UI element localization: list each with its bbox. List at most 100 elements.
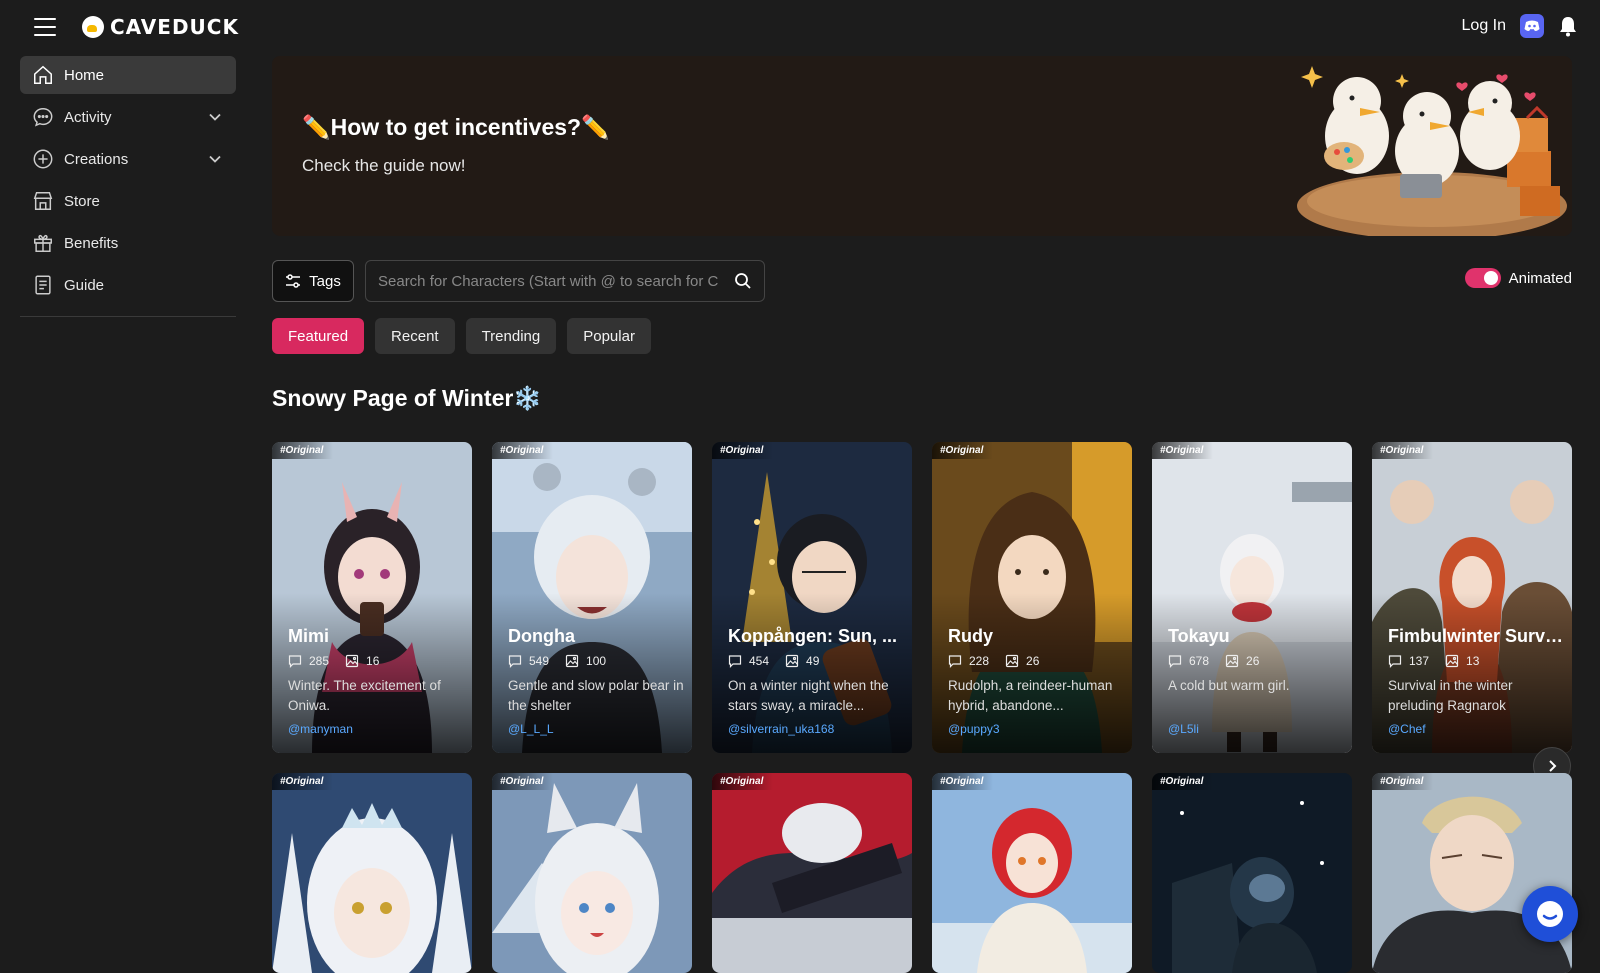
image-count: 13 (1466, 654, 1480, 668)
character-name: Fimbulwinter Survi... (1388, 626, 1564, 646)
animated-toggle[interactable] (1464, 268, 1501, 288)
character-name: Tokayu (1168, 626, 1230, 646)
sidebar-item-label: Benefits (64, 234, 119, 252)
search-input[interactable] (378, 272, 734, 290)
original-tag: #Original (932, 442, 994, 459)
top-bar: CAVEDUCK Log In (0, 0, 1600, 56)
chat-count: 454 (749, 654, 770, 668)
chevron-down-icon (209, 155, 221, 163)
top-actions: Log In (1462, 14, 1578, 38)
original-tag: #Original (492, 442, 554, 459)
author-link[interactable]: @L5li (1168, 722, 1199, 736)
author-link[interactable]: @Chef (1388, 722, 1426, 736)
character-portrait (932, 773, 1132, 973)
character-name: Rudy (948, 626, 993, 646)
character-card[interactable]: #Original (1372, 773, 1572, 973)
character-card[interactable]: #Original Tokayu 678 26 A cold but warm … (1152, 442, 1352, 753)
character-card[interactable]: #Original Koppången: Sun, ... 454 49 On … (712, 442, 912, 753)
character-grid: #Original Mimi 285 16 Winter. The excite… (272, 442, 1572, 973)
login-button[interactable]: Log In (1462, 17, 1506, 35)
chat-count: 285 (309, 654, 330, 668)
character-portrait (272, 773, 472, 973)
character-card[interactable]: #Original (1152, 773, 1352, 973)
duck-logo-icon (82, 16, 104, 38)
sidebar-divider (20, 316, 236, 317)
image-count: 26 (1026, 654, 1040, 668)
original-tag: #Original (492, 773, 554, 790)
original-tag: #Original (1372, 773, 1434, 790)
image-count-icon (345, 654, 359, 668)
sidebar-item-home[interactable]: Home (20, 56, 236, 94)
tab-trending[interactable]: Trending (465, 318, 557, 354)
original-tag: #Original (272, 442, 334, 459)
original-tag: #Original (1152, 773, 1214, 790)
character-stats: 137 13 (1388, 654, 1479, 668)
sidebar-item-store[interactable]: Store (20, 182, 236, 220)
chat-support-button[interactable] (1522, 886, 1578, 942)
tab-recent[interactable]: Recent (375, 318, 455, 354)
chat-count-icon (1388, 655, 1402, 668)
tab-featured[interactable]: Featured (272, 318, 365, 354)
sidebar-item-label: Creations (64, 150, 129, 168)
image-count: 16 (366, 654, 380, 668)
chat-count-icon (1168, 655, 1182, 668)
sidebar: Home Activity Creations Store Benefits G… (20, 56, 236, 317)
image-count-icon (785, 654, 799, 668)
section-title: Snowy Page of Winter❄️ (272, 385, 542, 411)
chevron-right-icon (1549, 760, 1557, 772)
character-description: Rudolph, a reindeer-human hybrid, abando… (948, 678, 1113, 713)
character-card[interactable]: #Original (272, 773, 472, 973)
menu-icon[interactable] (34, 18, 56, 36)
sidebar-item-guide[interactable]: Guide (20, 266, 236, 304)
sidebar-item-creations[interactable]: Creations (20, 140, 236, 178)
tab-popular[interactable]: Popular (567, 318, 651, 354)
author-link[interactable]: @silverrain_uka168 (728, 722, 834, 736)
author-link[interactable]: @L_L_L (508, 722, 554, 736)
character-name: Koppången: Sun, ... (728, 626, 897, 646)
character-card[interactable]: #Original Rudy 228 26 Rudolph, a reindee… (932, 442, 1132, 753)
image-count: 26 (1246, 654, 1260, 668)
character-name: Dongha (508, 626, 575, 646)
character-card[interactable]: #Original (932, 773, 1132, 973)
character-stats: 678 26 (1168, 654, 1259, 668)
plus-circle-icon (33, 149, 53, 169)
character-card[interactable]: #Original (712, 773, 912, 973)
original-tag: #Original (712, 442, 774, 459)
character-card[interactable]: #Original Mimi 285 16 Winter. The excite… (272, 442, 472, 753)
logo[interactable]: CAVEDUCK (82, 15, 239, 39)
chat-count: 549 (529, 654, 550, 668)
animated-label: Animated (1508, 269, 1572, 287)
character-stats: 285 16 (288, 654, 379, 668)
tags-button[interactable]: Tags (272, 260, 354, 302)
ducks-illustration (1297, 66, 1567, 236)
character-portrait (712, 773, 912, 973)
sidebar-item-label: Home (64, 66, 105, 84)
character-portrait (1152, 773, 1352, 973)
banner-title: ✏️How to get incentives?✏️ (302, 114, 610, 140)
bell-icon[interactable] (1558, 15, 1578, 37)
sidebar-item-activity[interactable]: Activity (20, 98, 236, 136)
sidebar-item-label: Activity (64, 108, 112, 126)
search-icon[interactable] (734, 272, 752, 290)
sidebar-item-benefits[interactable]: Benefits (20, 224, 236, 262)
image-count-icon (1005, 654, 1019, 668)
character-card[interactable]: #Original (492, 773, 692, 973)
author-link[interactable]: @puppy3 (948, 722, 1000, 736)
chat-count: 678 (1189, 654, 1210, 668)
promo-banner[interactable]: ✏️How to get incentives?✏️ Check the gui… (272, 56, 1572, 236)
character-name: Mimi (288, 626, 330, 646)
chat-count-icon (508, 655, 522, 668)
character-stats: 549 100 (508, 654, 606, 668)
character-portrait (492, 773, 692, 973)
sliders-icon (286, 274, 301, 288)
chevron-down-icon (209, 113, 221, 121)
discord-icon[interactable] (1520, 14, 1544, 38)
author-link[interactable]: @manyman (288, 722, 353, 736)
character-card[interactable]: #Original Dongha 549 100 Gentle and slow… (492, 442, 692, 753)
character-stats: 228 26 (948, 654, 1039, 668)
character-description: Winter. The excitement of Oniwa. (288, 678, 441, 713)
character-description: On a winter night when the stars sway, a… (728, 678, 889, 713)
banner-subtitle: Check the guide now! (302, 156, 466, 175)
original-tag: #Original (1152, 442, 1214, 459)
character-card[interactable]: #Original Fimbulwinter Survi... 137 13 S… (1372, 442, 1572, 753)
